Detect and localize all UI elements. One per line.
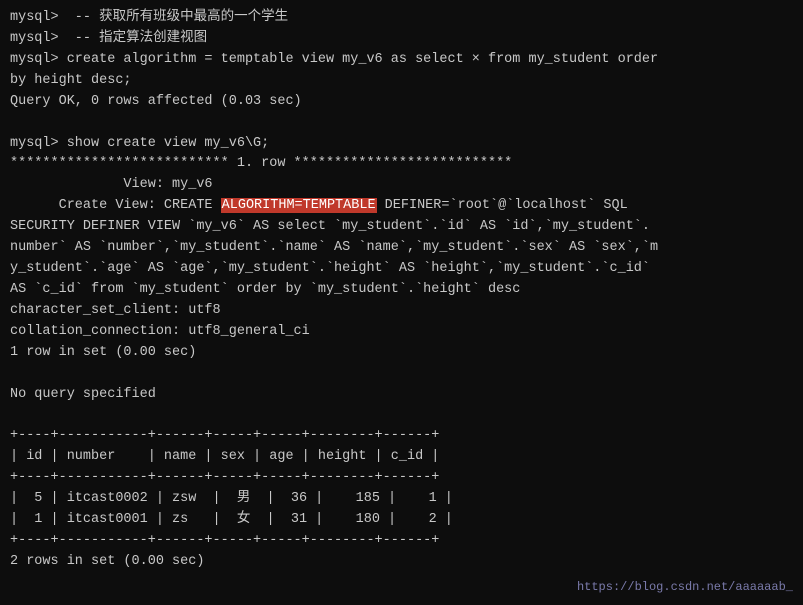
line-error: No query specified <box>10 385 793 406</box>
line-number-field: number` AS `number`,`my_student`.`name` … <box>10 238 793 259</box>
terminal-window: mysql> -- 获取所有班级中最高的一个学生 mysql> -- 指定算法创… <box>0 0 803 605</box>
algorithm-highlight: ALGORITHM=TEMPTABLE <box>221 198 377 213</box>
line-security-definer: SECURITY DEFINER VIEW `my_v6` AS select … <box>10 217 793 238</box>
line-table-row1: | 1 | itcast0001 | zs | 女 | 31 | 180 | 2… <box>10 510 793 531</box>
line-table-border2: | 5 | itcast0002 | zsw | 男 | 36 | 185 | … <box>10 489 793 510</box>
line-table-header: +----+-----------+------+-----+-----+---… <box>10 468 793 489</box>
line-show-create: mysql> show create view my_v6\G; <box>10 134 793 155</box>
create-view-suffix: DEFINER=`root`@`localhost` SQL <box>377 198 628 213</box>
line-as-cid: AS `c_id` from `my_student` order by `my… <box>10 280 793 301</box>
line-comment2: mysql> -- 指定算法创建视图 <box>10 29 793 50</box>
line-blank1 <box>10 113 793 134</box>
line-blank2 <box>10 364 793 385</box>
line-table-row2: +----+-----------+------+-----+-----+---… <box>10 531 793 552</box>
line-comment1: mysql> -- 获取所有班级中最高的一个学生 <box>10 8 793 29</box>
line-view-name: View: my_v6 <box>10 175 793 196</box>
line-select-group: +----+-----------+------+-----+-----+---… <box>10 426 793 447</box>
line-separator: *************************** 1. row *****… <box>10 154 793 175</box>
line-table-border1: | id | number | name | sex | age | heigh… <box>10 447 793 468</box>
line-query-ok: Query OK, 0 rows affected (0.03 sec) <box>10 92 793 113</box>
line-collation: 1 row in set (0.00 sec) <box>10 343 793 364</box>
line-create-view-cont: by height desc; <box>10 71 793 92</box>
line-student-age: y_student`.`age` AS `age`,`my_student`.`… <box>10 259 793 280</box>
line-order-by: character_set_client: utf8 <box>10 301 793 322</box>
line-charset: collation_connection: utf8_general_ci <box>10 322 793 343</box>
line-create-view-def: Create View: CREATE ALGORITHM=TEMPTABLE … <box>10 196 793 217</box>
line-blank3 <box>10 406 793 427</box>
line-table-border3: 2 rows in set (0.00 sec) <box>10 552 793 573</box>
line-create-view: mysql> create algorithm = temptable view… <box>10 50 793 71</box>
watermark: https://blog.csdn.net/aaaaaab_ <box>577 578 793 597</box>
create-view-prefix: Create View: CREATE <box>10 198 221 213</box>
